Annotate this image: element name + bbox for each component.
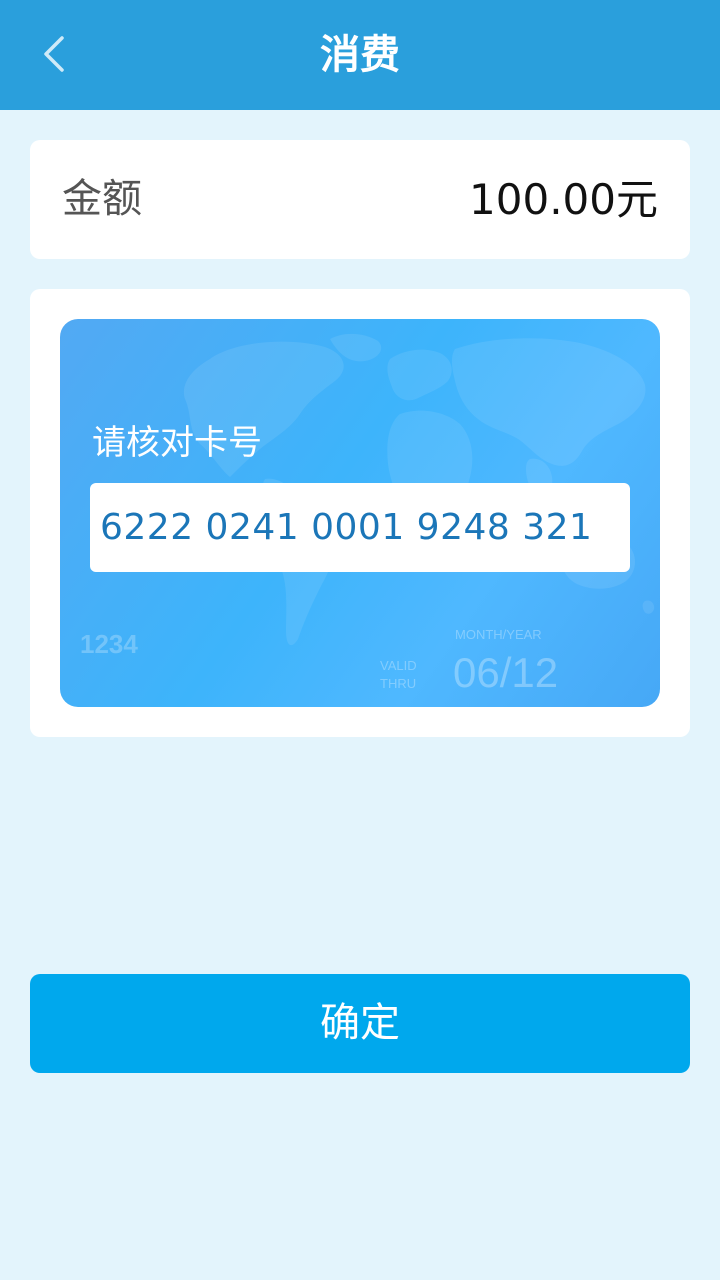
valid-label: VALID	[380, 658, 417, 673]
month-year-label: MONTH/YEAR	[455, 627, 542, 642]
expiry-date: 06/12	[453, 649, 559, 696]
verify-card-label: 请核对卡号	[92, 423, 262, 463]
confirm-button[interactable]: 确定	[30, 974, 690, 1073]
thru-label: THRU	[380, 676, 417, 691]
amount-row: 金额 100.00元	[30, 140, 690, 259]
top-bar: 消费	[0, 0, 720, 110]
amount-label: 金额	[62, 176, 142, 222]
amount-value: 100.00元	[469, 175, 658, 224]
card-number-field[interactable]: 6222 0241 0001 9248 321	[90, 483, 630, 572]
valid-thru-label: VALID THRU	[380, 657, 417, 693]
card-last4-text: 1234	[80, 629, 138, 659]
bank-card: 请核对卡号 6222 0241 0001 9248 321 1234 MONTH…	[60, 319, 660, 707]
card-panel: 请核对卡号 6222 0241 0001 9248 321 1234 MONTH…	[30, 289, 690, 737]
page-title: 消费	[320, 32, 400, 78]
